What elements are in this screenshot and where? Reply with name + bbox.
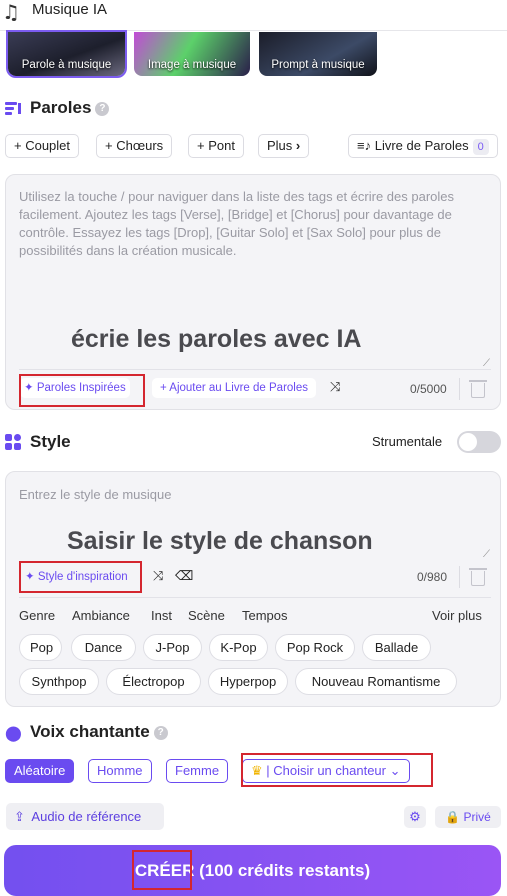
help-icon[interactable]: ? (95, 101, 110, 116)
private-label: Privé (463, 810, 491, 824)
music-note-icon: ♫ (2, 0, 20, 24)
lyrics-title: Paroles (30, 98, 92, 117)
mode-label: Parole à musique (21, 59, 112, 71)
list-music-icon: ≡♪ (357, 138, 372, 153)
lyrics-book-count: 0 (472, 139, 489, 155)
style-placeholder: Entrez le style de musique (19, 487, 172, 502)
mode-lyrics-to-music[interactable]: Parole à musique (6, 30, 127, 78)
create-button[interactable]: CRÉER (100 crédits restants) (4, 845, 501, 896)
genre-tag[interactable]: Ballade (362, 634, 431, 661)
tab-scene[interactable]: Scène (188, 608, 225, 623)
see-more-link[interactable]: Voir plus (432, 608, 482, 623)
highlight-choose-singer (241, 753, 433, 787)
voice-female-button[interactable]: Femme (166, 759, 229, 783)
shuffle-icon[interactable]: ⤨ (330, 379, 340, 395)
add-chorus-button[interactable]: + Chœurs (96, 134, 173, 158)
lyrics-annotation: écrie les paroles avec IA (71, 325, 362, 353)
style-annotation: Saisir le style de chanson (67, 527, 373, 555)
mode-image-to-music[interactable]: Image à musique (134, 32, 250, 76)
voice-random-button[interactable]: Aléatoire (5, 759, 75, 783)
tab-inst[interactable]: Inst (151, 608, 172, 623)
genre-tag[interactable]: Pop Rock (275, 634, 355, 661)
genre-tag[interactable]: Hyperpop (208, 668, 288, 695)
tab-ambiance[interactable]: Ambiance (72, 608, 130, 623)
lyrics-book-button[interactable]: ≡♪ Livre de Paroles 0 (348, 134, 498, 158)
eraser-icon[interactable]: ⌫ (175, 568, 193, 584)
highlight-inspired-lyrics (19, 374, 145, 407)
instrumental-label: Strumentale (372, 434, 443, 449)
upload-icon: ⇪ (14, 809, 25, 824)
private-toggle-button[interactable]: 🔒 Privé (435, 806, 501, 828)
mode-label: Prompt à musique (271, 59, 365, 71)
mode-label: Image à musique (147, 59, 237, 71)
highlight-style-inspiration (19, 561, 142, 593)
chevron-right-icon: › (295, 138, 301, 153)
add-verse-button[interactable]: + Couplet (5, 134, 80, 158)
style-title: Style (30, 432, 71, 451)
credits-remaining: (100 crédits restants) (199, 861, 371, 880)
genre-tag[interactable]: K-Pop (209, 634, 268, 661)
trash-icon[interactable] (469, 380, 487, 398)
highlight-create (132, 850, 192, 890)
mode-prompt-to-music[interactable]: Prompt à musique (259, 32, 377, 76)
more-tags-button[interactable]: Plus › (258, 134, 310, 158)
reference-audio-label: Audio de référence (31, 809, 142, 824)
lyrics-heading: Paroles? (30, 98, 110, 118)
voice-icon: ⬤ (5, 725, 22, 742)
tab-tempos[interactable]: Tempos (242, 608, 288, 623)
voice-male-button[interactable]: Homme (88, 759, 152, 783)
resize-handle-icon[interactable]: ⟋ (483, 549, 490, 560)
lyrics-book-label: Livre de Paroles (374, 138, 469, 153)
lyrics-list-icon (5, 100, 23, 116)
genre-tag[interactable]: Synthpop (19, 668, 99, 695)
genre-tag[interactable]: Électropop (106, 668, 201, 695)
instrumental-toggle[interactable] (457, 431, 501, 453)
more-label: Plus (267, 138, 293, 153)
shuffle-icon[interactable]: ⤨ (153, 568, 163, 584)
style-char-counter: 0/980 (417, 570, 448, 584)
tab-genre[interactable]: Genre (19, 608, 55, 623)
lyrics-placeholder: Utilisez la touche / pour naviguer dans … (19, 189, 455, 258)
lyrics-char-counter: 0/5000 (410, 382, 447, 396)
trash-icon[interactable] (469, 568, 487, 586)
add-bridge-button[interactable]: + Pont (188, 134, 244, 158)
genre-tag[interactable]: Nouveau Romantisme (295, 668, 457, 695)
settings-gear-icon[interactable]: ⚙ (404, 806, 426, 828)
voice-heading: Voix chantante? (30, 722, 168, 742)
style-grid-icon (5, 434, 21, 450)
voice-title: Voix chantante (30, 722, 150, 741)
lock-icon: 🔒 (445, 810, 461, 824)
genre-tag[interactable]: Pop (19, 634, 62, 661)
resize-handle-icon[interactable]: ⟋ (483, 358, 490, 369)
app-header: ♫ Musique IA (0, 0, 507, 31)
reference-audio-button[interactable]: ⇪ Audio de référence (6, 803, 164, 830)
genre-tag[interactable]: J-Pop (143, 634, 202, 661)
app-title: Musique IA (32, 1, 108, 18)
help-icon[interactable]: ? (153, 725, 168, 740)
genre-tag[interactable]: Dance (71, 634, 136, 661)
add-to-lyrics-book-button[interactable]: + Ajouter au Livre de Paroles (152, 378, 316, 398)
